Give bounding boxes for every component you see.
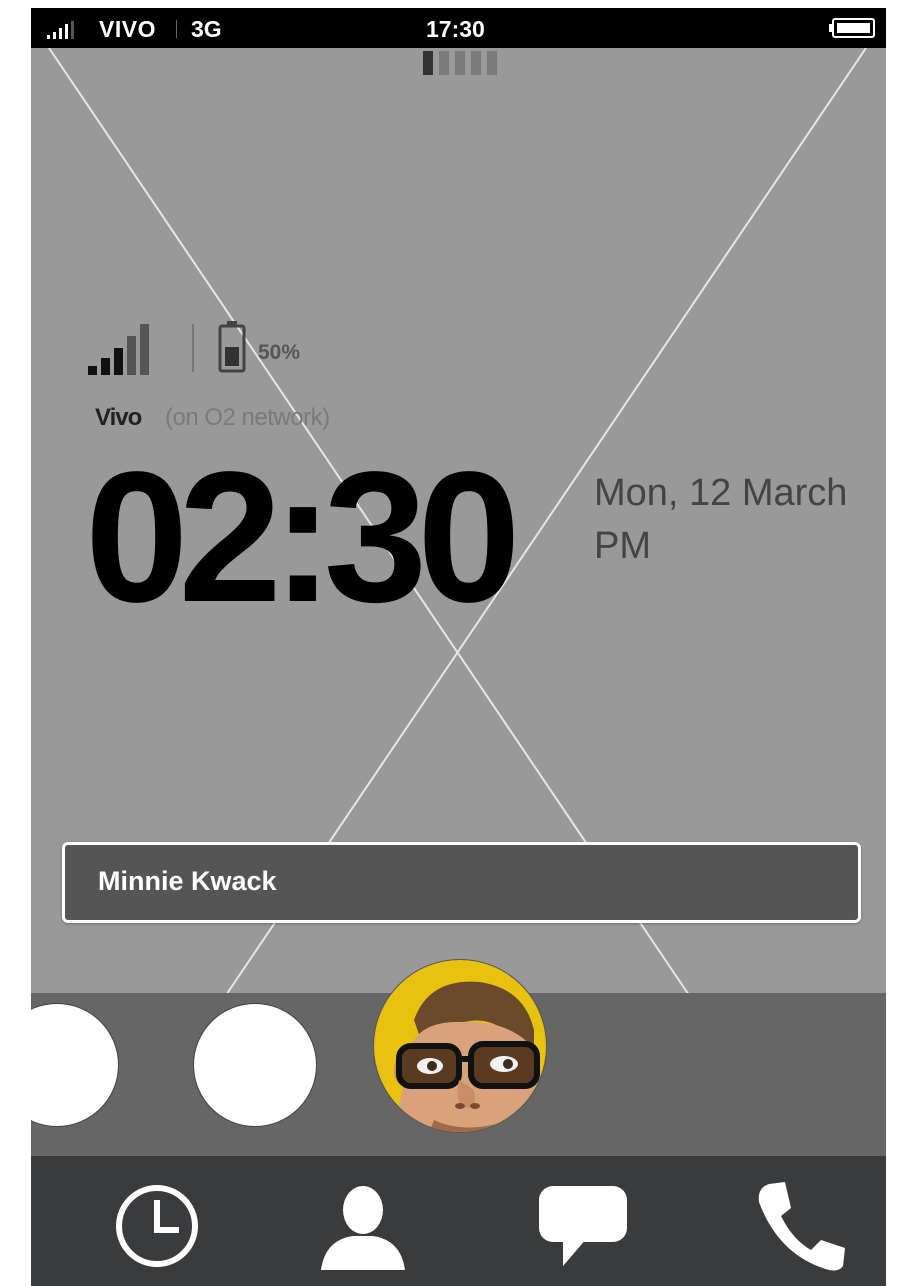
contact-strip[interactable] [31, 959, 886, 1156]
phone-screen: VIVO 3G 17:30 50% Vivo (on O2 network) 0… [31, 8, 886, 1286]
clock-icon[interactable] [107, 1174, 207, 1274]
carrier-name: Vivo [95, 404, 142, 431]
battery-icon [829, 18, 875, 38]
status-network: 3G [191, 16, 222, 42]
signal-strength-icon [88, 324, 149, 375]
signal-battery-divider [192, 324, 194, 372]
signal-bars-icon [47, 21, 74, 39]
bottom-dock [31, 1156, 886, 1286]
lock-date: Mon, 12 March [594, 472, 848, 514]
contact-avatar[interactable] [373, 959, 547, 1133]
status-divider [176, 20, 177, 38]
battery-level-icon [218, 321, 246, 373]
contact-placeholder-icon[interactable] [193, 1003, 317, 1127]
lock-clock: 02:30 [85, 434, 521, 641]
person-icon[interactable] [313, 1174, 413, 1274]
status-bar: VIVO 3G 17:30 [31, 8, 886, 48]
page-indicator-icon [423, 51, 497, 75]
contact-placeholder-icon[interactable] [31, 1003, 119, 1127]
avatar-portrait [394, 981, 546, 1132]
lock-ampm: PM [594, 525, 651, 567]
carrier-network: (on O2 network) [165, 404, 330, 431]
battery-percentage: 50% [258, 341, 301, 364]
notification-banner[interactable]: Minnie Kwack [62, 842, 861, 923]
phone-icon[interactable] [749, 1174, 849, 1274]
notification-contact-name: Minnie Kwack [98, 866, 277, 896]
status-time: 17:30 [426, 16, 485, 42]
chat-bubble-icon[interactable] [533, 1174, 633, 1274]
status-carrier: VIVO [99, 16, 156, 42]
